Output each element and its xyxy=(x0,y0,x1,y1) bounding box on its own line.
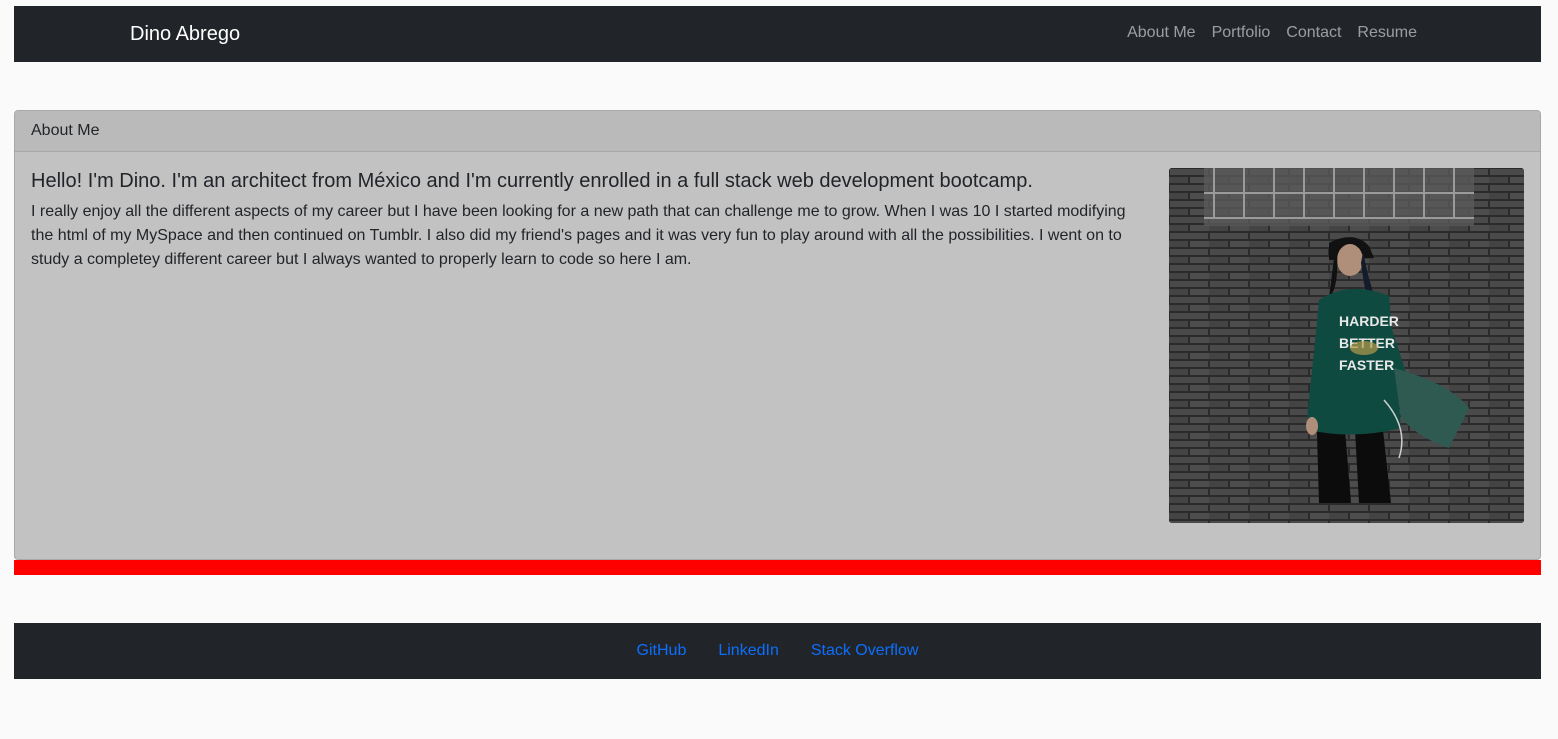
footer-link-stack-overflow[interactable]: Stack Overflow xyxy=(811,642,919,660)
about-lead: Hello! I'm Dino. I'm an architect from M… xyxy=(31,170,1033,192)
about-card-body: Hello! I'm Dino. I'm an architect from M… xyxy=(15,152,1540,559)
about-text: Hello! I'm Dino. I'm an architect from M… xyxy=(31,168,1141,272)
nav-link-portfolio[interactable]: Portfolio xyxy=(1204,22,1279,44)
shirt-text-line-1: HARDER xyxy=(1339,313,1399,329)
brand-link[interactable]: Dino Abrego xyxy=(130,22,240,46)
top-navbar: Dino Abrego About Me Portfolio Contact R… xyxy=(14,6,1541,62)
profile-photo: HARDER BETTER FASTER xyxy=(1169,168,1524,523)
about-paragraph: I really enjoy all the different aspects… xyxy=(31,203,1126,268)
nav-link-about-me[interactable]: About Me xyxy=(1119,22,1203,44)
nav-link-resume[interactable]: Resume xyxy=(1349,22,1425,44)
nav-links: About Me Portfolio Contact Resume xyxy=(1119,22,1425,44)
footer-link-github[interactable]: GitHub xyxy=(637,642,687,660)
profile-photo-image: HARDER BETTER FASTER xyxy=(1169,168,1524,523)
footer: GitHub LinkedIn Stack Overflow xyxy=(14,623,1541,679)
footer-link-linkedin[interactable]: LinkedIn xyxy=(718,642,779,660)
about-card: About Me Hello! I'm Dino. I'm an archite… xyxy=(14,110,1541,560)
about-card-header: About Me xyxy=(15,111,1540,152)
shirt-text-line-3: FASTER xyxy=(1339,357,1394,373)
nav-link-contact[interactable]: Contact xyxy=(1278,22,1349,44)
page: Dino Abrego About Me Portfolio Contact R… xyxy=(0,0,1558,739)
accent-bar xyxy=(14,560,1541,575)
